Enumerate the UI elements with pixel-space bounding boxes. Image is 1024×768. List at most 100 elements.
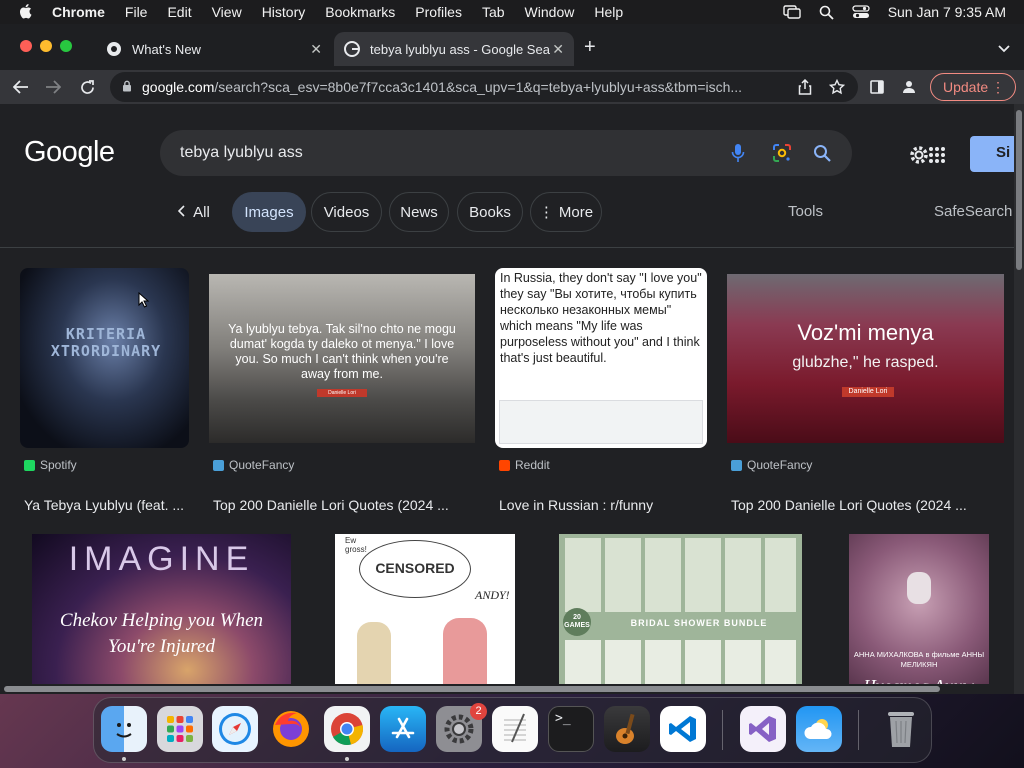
chip-books[interactable]: Books [457, 192, 523, 232]
tab-google-search[interactable]: tebya lyublyu ass - Google Sea ✕ [334, 32, 574, 66]
result-title[interactable]: Love in Russian : r/funny [499, 497, 653, 513]
image-result-thumbnail[interactable]: Ew gross! CENSORED ANDY! [335, 534, 515, 694]
chrome-icon[interactable] [324, 706, 370, 752]
result-thumbnail[interactable]: KRITERIA XTRORDINARY [20, 268, 189, 448]
horizontal-scrollbar[interactable] [0, 684, 1014, 694]
thumbnail-text: IMAGINE [68, 540, 255, 578]
menu-file[interactable]: File [125, 4, 148, 20]
profile-avatar-icon[interactable] [898, 76, 920, 98]
clock[interactable]: Sun Jan 7 9:35 AM [888, 4, 1006, 20]
bookmark-star-icon[interactable] [826, 76, 848, 98]
forward-arrow-icon[interactable] [42, 76, 64, 98]
tab-whats-new[interactable]: What's New ✕ [96, 32, 332, 66]
image-result-thumbnail[interactable]: BRIDAL SHOWER BUNDLE 20 GAMES [559, 534, 802, 694]
settings-gear-icon[interactable] [908, 144, 930, 171]
search-input[interactable]: tebya lyublyu ass [160, 130, 852, 176]
chip-videos[interactable]: Videos [311, 192, 382, 232]
chip-more[interactable]: ⋮ More [530, 192, 602, 232]
menu-window[interactable]: Window [525, 4, 575, 20]
safari-icon[interactable] [212, 706, 258, 752]
side-panel-icon[interactable] [866, 76, 888, 98]
close-tab-icon[interactable]: ✕ [310, 41, 322, 58]
back-arrow-icon[interactable] [10, 76, 32, 98]
result-title[interactable]: Top 200 Danielle Lori Quotes (2024 ... [213, 497, 449, 513]
search-icon[interactable] [812, 143, 832, 163]
zoom-window-button[interactable] [60, 40, 72, 52]
google-logo[interactable]: Google [24, 136, 115, 169]
chip-label: Images [244, 203, 294, 221]
result-title[interactable]: Top 200 Danielle Lori Quotes (2024 ... [731, 497, 967, 513]
spotlight-search-icon[interactable] [819, 5, 834, 20]
visual-studio-icon[interactable] [740, 706, 786, 752]
safesearch-link[interactable]: SafeSearch [934, 203, 1012, 220]
site-info-icon[interactable] [122, 79, 132, 95]
sign-in-button[interactable]: Si [970, 136, 1014, 172]
chevron-left-icon [178, 204, 185, 221]
weather-icon[interactable] [796, 706, 842, 752]
voice-search-icon[interactable] [728, 143, 748, 163]
update-button[interactable]: Update ⋮ [930, 73, 1016, 101]
menu-history[interactable]: History [262, 4, 306, 20]
thumbnail-caption: Danielle Lori [317, 389, 367, 397]
result-thumbnail[interactable]: In Russia, they don't say "I love you" t… [495, 268, 707, 448]
tools-link[interactable]: Tools [788, 203, 823, 220]
app-store-icon[interactable] [380, 706, 426, 752]
result-thumbnail[interactable]: Voz'mi menya glubzhe," he rasped. Daniel… [727, 274, 1004, 443]
vertical-scrollbar[interactable] [1014, 104, 1024, 694]
image-result-thumbnail[interactable]: АННА МИХАЛКОВА в фильме АННЫ МЕЛИКЯН Чув… [849, 534, 989, 694]
menu-view[interactable]: View [212, 4, 242, 20]
finder-icon[interactable] [101, 706, 147, 752]
thumbnail-caption: Danielle Lori [842, 387, 894, 397]
share-icon[interactable] [794, 76, 816, 98]
chip-news[interactable]: News [389, 192, 449, 232]
close-window-button[interactable] [20, 40, 32, 52]
new-tab-button[interactable]: + [584, 37, 596, 57]
screen-mirroring-icon[interactable] [782, 5, 801, 19]
address-bar[interactable]: google.com /search?sca_esv=8b0e7f7cca3c1… [110, 72, 858, 102]
cartoon-figure [443, 618, 487, 694]
image-result-thumbnail[interactable]: IMAGINE Chekov Helping you When You're I… [32, 534, 291, 694]
menu-bookmarks[interactable]: Bookmarks [325, 4, 395, 20]
header-divider [0, 247, 1014, 248]
garageband-icon[interactable] [604, 706, 650, 752]
launchpad-icon[interactable] [157, 706, 203, 752]
textedit-icon[interactable] [492, 706, 538, 752]
result-thumbnail[interactable]: Ya lyublyu tebya. Tak sil'no chto ne mog… [209, 274, 475, 443]
chip-images[interactable]: Images [232, 192, 306, 232]
menu-app-name[interactable]: Chrome [52, 4, 105, 20]
thumbnail-text: Voz'mi menya [797, 320, 934, 345]
more-dots-icon: ⋮ [538, 204, 554, 221]
chip-all[interactable]: All [168, 192, 220, 232]
control-center-icon[interactable] [852, 5, 870, 19]
menu-tab[interactable]: Tab [482, 4, 505, 20]
menu-help[interactable]: Help [594, 4, 623, 20]
result-title[interactable]: Ya Tebya Lyublyu (feat. ... [24, 497, 184, 513]
menu-profiles[interactable]: Profiles [415, 4, 462, 20]
tab-title: What's New [132, 41, 201, 57]
result-source[interactable]: QuoteFancy [731, 458, 812, 472]
dock-separator [858, 710, 859, 750]
result-source[interactable]: Spotify [24, 458, 77, 472]
dock-separator [722, 710, 723, 750]
chip-label: Books [469, 203, 511, 221]
vscode-icon[interactable] [660, 706, 706, 752]
thumbnail-text: ANDY! [475, 588, 510, 602]
reload-icon[interactable] [76, 76, 98, 98]
tab-search-chevron-icon[interactable] [998, 40, 1010, 58]
scrollbar-thumb[interactable] [4, 686, 940, 692]
minimize-window-button[interactable] [40, 40, 52, 52]
close-tab-icon[interactable]: ✕ [552, 41, 564, 58]
scrollbar-thumb[interactable] [1016, 110, 1022, 270]
thumbnail-text: CENSORED [375, 560, 455, 576]
result-source[interactable]: Reddit [499, 458, 550, 472]
trash-icon[interactable] [878, 706, 924, 752]
reddit-icon [499, 459, 510, 471]
lens-search-icon[interactable] [772, 143, 792, 163]
firefox-icon[interactable] [268, 706, 314, 752]
result-source[interactable]: QuoteFancy [213, 458, 294, 472]
google-apps-grid-icon[interactable] [928, 146, 946, 169]
terminal-icon[interactable]: >_ [548, 706, 594, 752]
thumbnail-text: Chekov Helping you When You're Injured [59, 610, 264, 657]
menu-edit[interactable]: Edit [167, 4, 191, 20]
apple-menu-icon[interactable] [18, 3, 36, 22]
